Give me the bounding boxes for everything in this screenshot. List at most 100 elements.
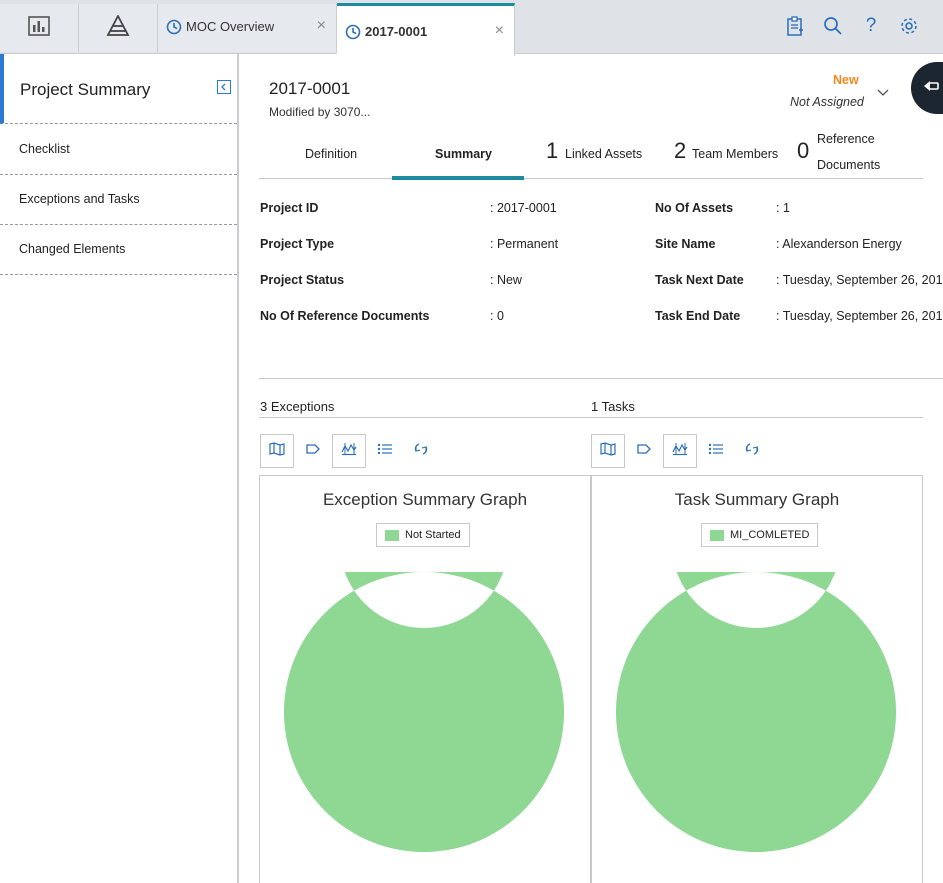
tab-2017-0001[interactable]: 2017-0001 ×: [337, 3, 515, 56]
donut-chart: [616, 572, 896, 852]
top-actions: ?: [785, 15, 919, 36]
tab-label: 2017-0001: [365, 24, 428, 39]
field-label-project-id: Project ID: [260, 201, 319, 215]
sidebar-item-label: Exceptions and Tasks: [19, 192, 140, 206]
tab-count: 2: [674, 138, 687, 163]
tab-label: Documents: [817, 158, 881, 172]
tasks-section-title: 1 Tasks: [591, 399, 635, 414]
refresh-icon: [744, 442, 760, 461]
legend-swatch: [385, 529, 399, 541]
panel-toggle-icon: [922, 79, 940, 98]
map-view-button[interactable]: [260, 434, 294, 468]
close-icon[interactable]: ×: [495, 23, 504, 39]
tab-count: 1: [546, 138, 559, 163]
chevron-down-icon[interactable]: [877, 84, 889, 102]
sidebar-item-label: Checklist: [19, 142, 70, 156]
sidebar-item-changed-elements[interactable]: Changed Elements: [0, 225, 237, 275]
refresh-button[interactable]: [735, 434, 769, 468]
field-label-task-end-date: Task End Date: [655, 309, 741, 323]
side-panel-toggle[interactable]: [911, 62, 943, 114]
sidebar-item-exceptions-and-tasks[interactable]: Exceptions and Tasks: [0, 175, 237, 225]
settings-icon[interactable]: [899, 16, 919, 36]
divider: [259, 417, 591, 418]
chart-view-button[interactable]: [332, 434, 366, 468]
tab-count: 0: [797, 138, 810, 163]
chart-title: Task Summary Graph: [674, 490, 840, 509]
list-view-button[interactable]: [368, 434, 402, 468]
field-label-task-next-date: Task Next Date: [655, 273, 744, 287]
field-value-project-status: : New: [490, 273, 522, 287]
tab-label: Definition: [305, 147, 358, 161]
close-icon[interactable]: ×: [317, 18, 326, 34]
record-title: 2017-0001: [269, 79, 351, 98]
field-label-site-name: Site Name: [655, 237, 716, 251]
list-icon: [377, 442, 393, 460]
exception-summary-panel: Exception Summary Graph Not Started: [259, 475, 591, 883]
field-value-reference-docs: : 0: [490, 309, 504, 323]
tab-label: Summary: [435, 147, 492, 161]
field-value-no-of-assets: : 1: [776, 201, 790, 215]
moc-icon: [166, 19, 182, 40]
record-tabs: Definition Summary 1 Linked Assets 2 Tea…: [259, 126, 923, 180]
donut-chart: [284, 572, 564, 852]
list-view-button[interactable]: [699, 434, 733, 468]
map-view-button[interactable]: [591, 434, 625, 468]
tag-icon: [636, 442, 652, 460]
sidebar: Project Summary Checklist Exceptions and…: [0, 54, 239, 883]
collapse-icon[interactable]: [217, 80, 231, 94]
dashboard-button[interactable]: [0, 4, 79, 52]
tasks-toolbar: [591, 434, 791, 470]
field-value-task-next-date: : Tuesday, September 26, 2017: [776, 273, 943, 287]
tab-summary[interactable]: Summary: [392, 126, 524, 180]
legend-label: MI_COMLETED: [730, 529, 810, 541]
hierarchy-button[interactable]: [79, 4, 158, 52]
record-subtitle: Modified by 3070...: [269, 105, 371, 119]
tab-label: Reference: [817, 132, 875, 146]
tab-definition[interactable]: Definition: [259, 126, 392, 178]
tab-label: Linked Assets: [565, 147, 643, 161]
dashboard-icon: [28, 15, 50, 41]
tab-moc-overview[interactable]: MOC Overview ×: [158, 4, 337, 52]
help-icon[interactable]: ?: [861, 15, 881, 36]
divider: [259, 378, 943, 379]
field-label-no-of-assets: No Of Assets: [655, 201, 734, 215]
tag-icon: [305, 442, 321, 460]
tag-button[interactable]: [627, 434, 661, 468]
tab-label: Team Members: [692, 147, 779, 161]
chart-view-button[interactable]: [663, 434, 697, 468]
tab-team-members[interactable]: 2 Team Members: [659, 126, 789, 178]
main-content: 2017-0001 Modified by 3070... New Not As…: [239, 54, 943, 883]
exceptions-toolbar: [260, 434, 460, 470]
field-label-project-status: Project Status: [260, 273, 345, 287]
sidebar-item-label: Changed Elements: [19, 242, 126, 256]
field-value-project-type: : Permanent: [490, 237, 559, 251]
refresh-icon: [413, 442, 429, 461]
tab-linked-assets[interactable]: 1 Linked Assets: [524, 126, 659, 178]
field-value-project-id: : 2017-0001: [490, 201, 557, 215]
state-label[interactable]: New: [833, 73, 859, 87]
field-label-reference-docs: No Of Reference Documents: [260, 309, 430, 323]
clipboard-icon[interactable]: [785, 16, 805, 36]
refresh-button[interactable]: [404, 434, 438, 468]
sidebar-header: Project Summary: [0, 54, 237, 124]
tab-label: MOC Overview: [186, 19, 275, 34]
legend-item[interactable]: Not Started: [376, 523, 470, 547]
list-icon: [708, 442, 724, 460]
divider: [591, 417, 923, 418]
tab-reference-documents[interactable]: 0 Reference Documents: [789, 126, 923, 178]
task-summary-panel: Task Summary Graph MI_COMLETED: [591, 475, 923, 883]
tag-button[interactable]: [296, 434, 330, 468]
exceptions-section-title: 3 Exceptions: [260, 399, 335, 414]
map-icon: [269, 441, 285, 461]
search-icon[interactable]: [823, 16, 843, 36]
sidebar-title: Project Summary: [20, 80, 151, 99]
field-value-task-end-date: : Tuesday, September 26, 2017: [776, 309, 943, 323]
sidebar-item-checklist[interactable]: Checklist: [0, 125, 237, 175]
hierarchy-icon: [106, 13, 130, 42]
moc-icon: [345, 24, 361, 45]
legend-swatch: [710, 529, 724, 541]
chart-title: Exception Summary Graph: [322, 490, 528, 509]
legend-item[interactable]: MI_COMLETED: [701, 523, 819, 547]
map-icon: [600, 441, 616, 461]
assigned-label: Not Assigned: [790, 95, 864, 109]
